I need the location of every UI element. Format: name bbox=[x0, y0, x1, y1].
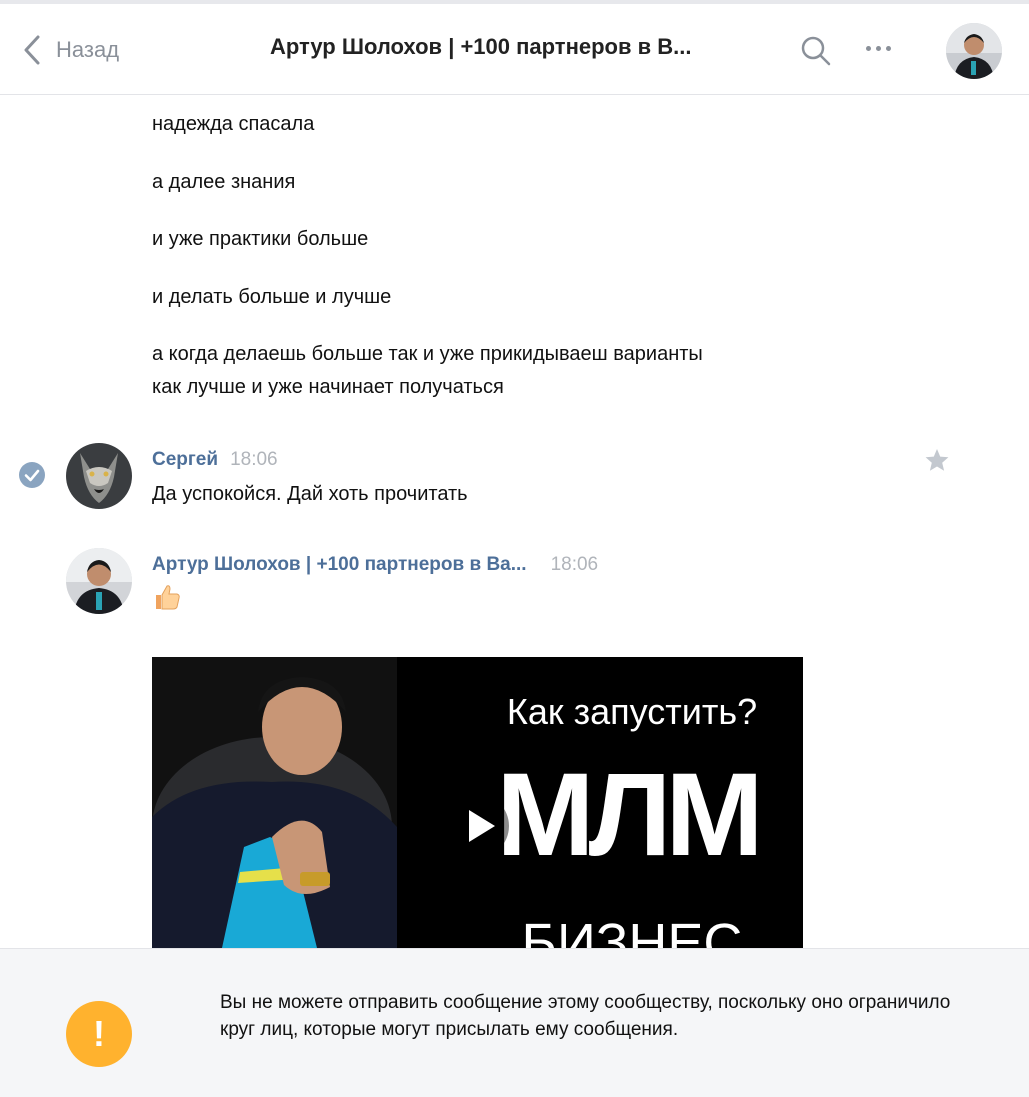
play-button[interactable] bbox=[445, 794, 509, 858]
message-time: 18:06 bbox=[230, 449, 278, 470]
message-time: 18:06 bbox=[550, 554, 599, 575]
search-button[interactable] bbox=[800, 35, 832, 72]
play-icon bbox=[469, 810, 495, 842]
more-options-icon[interactable] bbox=[866, 46, 891, 51]
warning-icon-mark: ! bbox=[93, 1013, 105, 1054]
video-title: Как запустить? bbox=[506, 691, 758, 732]
chevron-left-icon bbox=[24, 35, 40, 65]
message-text-line: надежда спасала bbox=[152, 113, 315, 135]
warning-icon: ! bbox=[66, 1001, 132, 1067]
message-text-line: а когда делаешь больше так и уже прикиды… bbox=[152, 343, 703, 365]
back-label: Назад bbox=[56, 37, 120, 62]
message-text-line: как лучше и уже начинает получаться bbox=[152, 376, 504, 398]
chat-header: Назад Артур Шолохов | +100 партнеров в В… bbox=[0, 4, 1029, 95]
message-text: Да успокойся. Дай хоть прочитать bbox=[152, 483, 468, 505]
selected-check-icon[interactable] bbox=[19, 462, 45, 488]
message-text-line: и делать больше и лучше bbox=[152, 286, 392, 308]
message-header-sergey: Сергей 18:06 bbox=[152, 449, 278, 471]
video-thumbnail-photo bbox=[152, 657, 397, 948]
video-attachment[interactable]: Как запустить? МЛМ БИЗНЕС bbox=[152, 657, 803, 948]
message-header-artur: Артур Шолохов | +100 партнеров в Ва... 1… bbox=[152, 554, 598, 576]
chat-title[interactable]: Артур Шолохов | +100 партнеров в В... bbox=[270, 34, 760, 60]
back-button[interactable]: Назад bbox=[22, 30, 119, 70]
avatar-artur[interactable] bbox=[66, 548, 132, 614]
thumbs-up-icon bbox=[152, 582, 182, 617]
author-name[interactable]: Сергей bbox=[152, 449, 218, 471]
header-avatar[interactable] bbox=[946, 23, 1002, 79]
message-text-line: а далее знания bbox=[152, 171, 296, 193]
message-text-line: и уже практики больше bbox=[152, 228, 369, 250]
star-icon[interactable] bbox=[924, 447, 950, 478]
author-name[interactable]: Артур Шолохов | +100 партнеров в Ва... bbox=[152, 554, 527, 576]
cannot-send-notice: ! Вы не можете отправить сообщение этому… bbox=[0, 948, 1029, 1097]
avatar-sergey[interactable] bbox=[66, 443, 132, 509]
notice-text: Вы не можете отправить сообщение этому с… bbox=[220, 992, 951, 1040]
search-icon bbox=[801, 36, 831, 66]
video-sub-text: БИЗНЕС bbox=[521, 913, 743, 948]
